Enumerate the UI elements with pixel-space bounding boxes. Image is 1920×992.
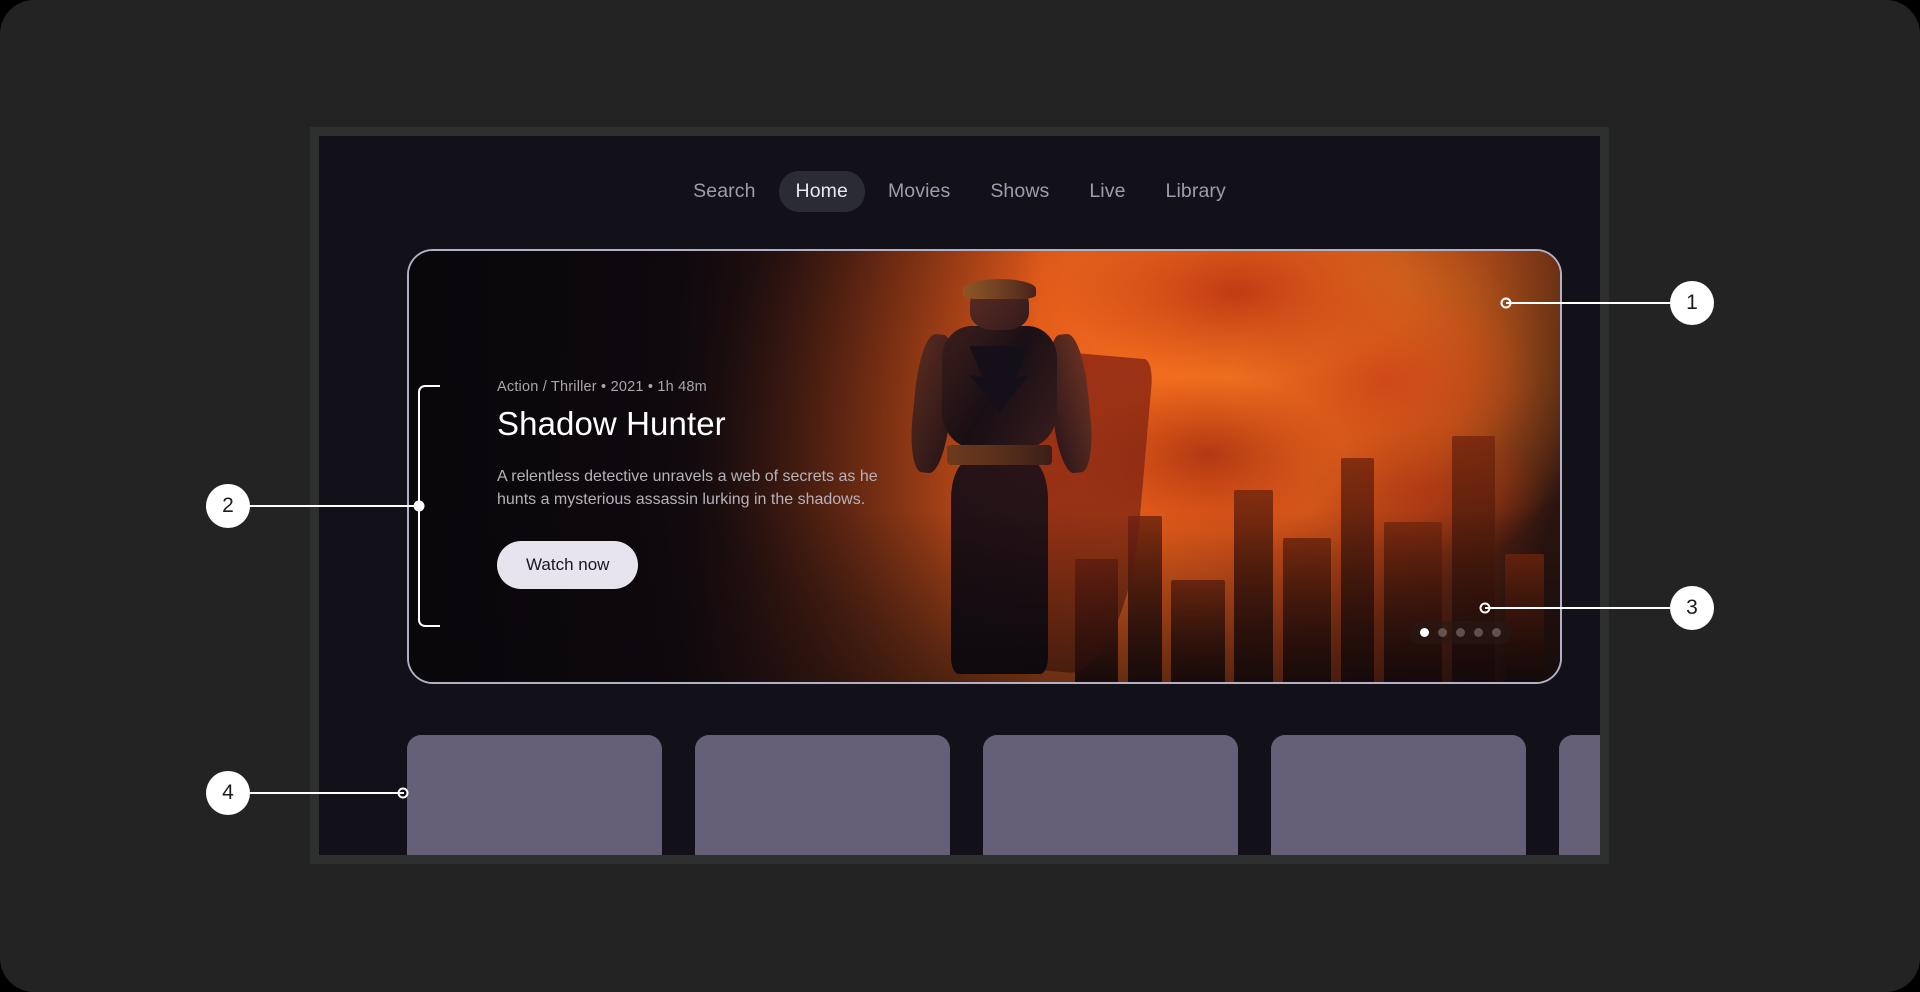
nav-item-movies[interactable]: Movies	[871, 171, 967, 212]
annotation-badge-3: 3	[1670, 586, 1714, 630]
poster-card[interactable]	[695, 735, 950, 855]
hero-description: A relentless detective unravels a web of…	[497, 468, 878, 509]
annotation-badge-2: 2	[206, 484, 250, 528]
poster-card[interactable]	[983, 735, 1238, 855]
page-card: Search Home Movies Shows Live Library Ac…	[0, 0, 1920, 992]
carousel-dot-3[interactable]	[1456, 628, 1465, 637]
hero-banner[interactable]: Action / Thriller • 2021 • 1h 48m Shadow…	[407, 249, 1562, 684]
poster-card[interactable]	[407, 735, 662, 855]
nav-item-live[interactable]: Live	[1072, 171, 1142, 212]
watch-now-button[interactable]: Watch now	[497, 541, 639, 590]
carousel-dot-4[interactable]	[1474, 628, 1483, 637]
carousel-dot-2[interactable]	[1438, 628, 1447, 637]
carousel-dots[interactable]	[1409, 621, 1512, 644]
hero-metadata: Action / Thriller • 2021 • 1h 48m	[497, 379, 707, 395]
carousel-dot-5[interactable]	[1492, 628, 1501, 637]
poster-card[interactable]	[1559, 735, 1600, 855]
annotation-badge-4: 4	[206, 771, 250, 815]
hero-text-block: Action / Thriller • 2021 • 1h 48m Shadow…	[497, 379, 997, 590]
nav-item-search[interactable]: Search	[676, 171, 772, 212]
carousel-dot-1[interactable]	[1420, 628, 1429, 637]
nav-item-shows[interactable]: Shows	[973, 171, 1066, 212]
device-screen: Search Home Movies Shows Live Library Ac…	[319, 136, 1600, 855]
hero-title: Shadow Hunter	[497, 405, 726, 442]
top-navigation: Search Home Movies Shows Live Library	[319, 171, 1600, 212]
poster-card[interactable]	[1271, 735, 1526, 855]
nav-item-home[interactable]: Home	[778, 171, 865, 212]
annotation-badge-1: 1	[1670, 281, 1714, 325]
nav-item-library[interactable]: Library	[1149, 171, 1243, 212]
poster-card-row[interactable]	[407, 735, 1600, 855]
device-frame: Search Home Movies Shows Live Library Ac…	[310, 127, 1609, 864]
